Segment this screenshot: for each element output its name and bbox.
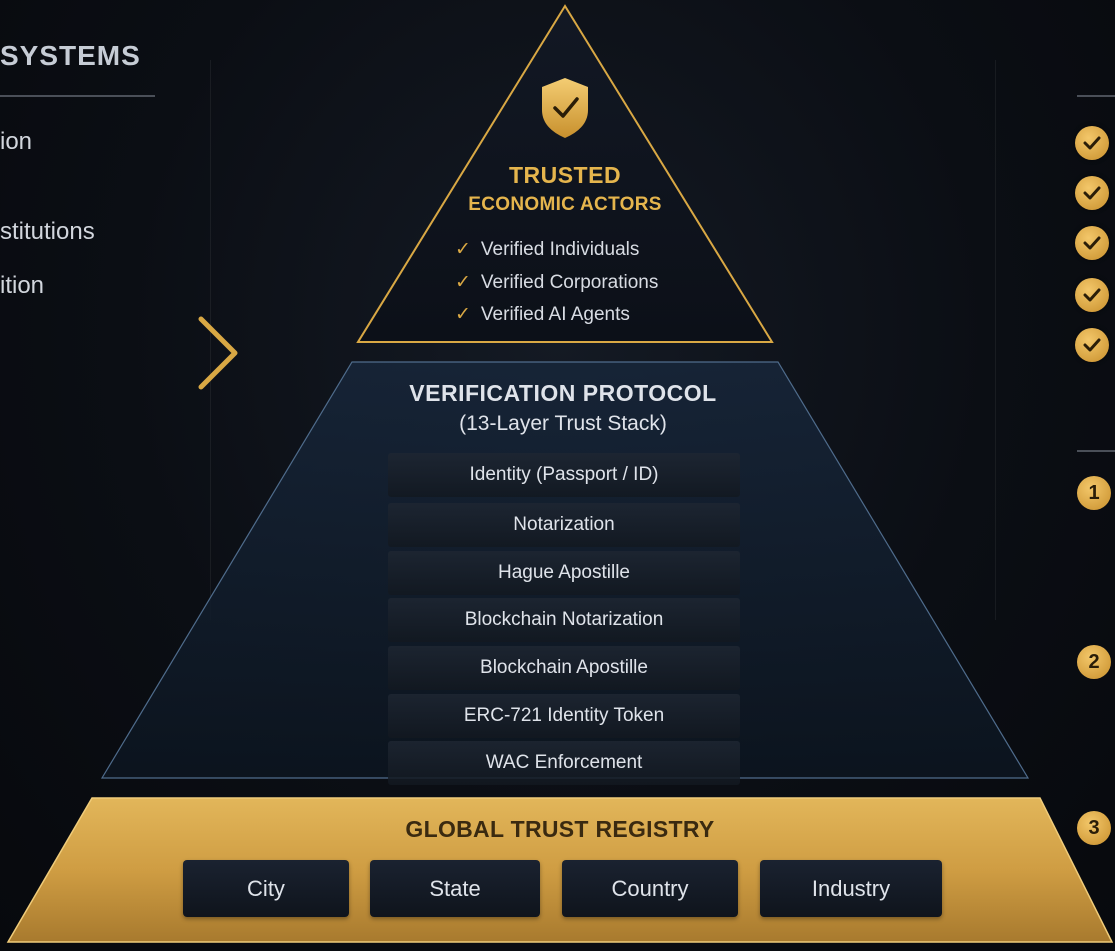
protocol-layer: ERC-721 Identity Token xyxy=(388,694,740,738)
step-number-badge: 2 xyxy=(1077,645,1111,679)
right-title-rule xyxy=(1077,95,1115,97)
apex-list-item: ✓ Verified AI Agents xyxy=(455,303,630,326)
check-circle-icon xyxy=(1075,176,1109,210)
apex-item-label: Verified Individuals xyxy=(480,239,640,260)
apex-list-item: ✓ Verified Individuals xyxy=(455,238,639,261)
registry-tile-country: Country xyxy=(562,860,738,917)
protocol-layer: Hague Apostille xyxy=(388,551,740,595)
registry-tile-city: City xyxy=(183,860,349,917)
apex-subtitle: ECONOMIC ACTORS xyxy=(468,194,662,215)
check-circle-icon xyxy=(1075,126,1109,160)
apex-item-label: Verified AI Agents xyxy=(480,304,630,325)
right-section-rule xyxy=(1077,450,1115,452)
protocol-layer: Blockchain Apostille xyxy=(388,646,740,690)
protocol-layer: Identity (Passport / ID) xyxy=(388,453,740,497)
protocol-layer: WAC Enforcement xyxy=(388,741,740,785)
apex-item-label: Verified Corporations xyxy=(480,272,659,293)
check-icon: ✓ xyxy=(455,239,471,260)
protocol-layer: Notarization xyxy=(388,503,740,547)
registry-tile-state: State xyxy=(370,860,540,917)
step-number-badge: 3 xyxy=(1077,811,1111,845)
registry-tile-industry: Industry xyxy=(760,860,942,917)
check-icon: ✓ xyxy=(455,272,471,293)
registry-title: GLOBAL TRUST REGISTRY xyxy=(405,816,715,842)
apex-list-item: ✓ Verified Corporations xyxy=(455,271,658,294)
step-number-badge: 1 xyxy=(1077,476,1111,510)
protocol-layer: Blockchain Notarization xyxy=(388,598,740,642)
protocol-subtitle: (13-Layer Trust Stack) xyxy=(459,412,667,435)
check-icon: ✓ xyxy=(455,304,471,325)
check-circle-icon xyxy=(1075,328,1109,362)
protocol-title: VERIFICATION PROTOCOL xyxy=(409,380,717,406)
check-circle-icon xyxy=(1075,226,1109,260)
check-circle-icon xyxy=(1075,278,1109,312)
apex-title: TRUSTED xyxy=(508,162,622,188)
